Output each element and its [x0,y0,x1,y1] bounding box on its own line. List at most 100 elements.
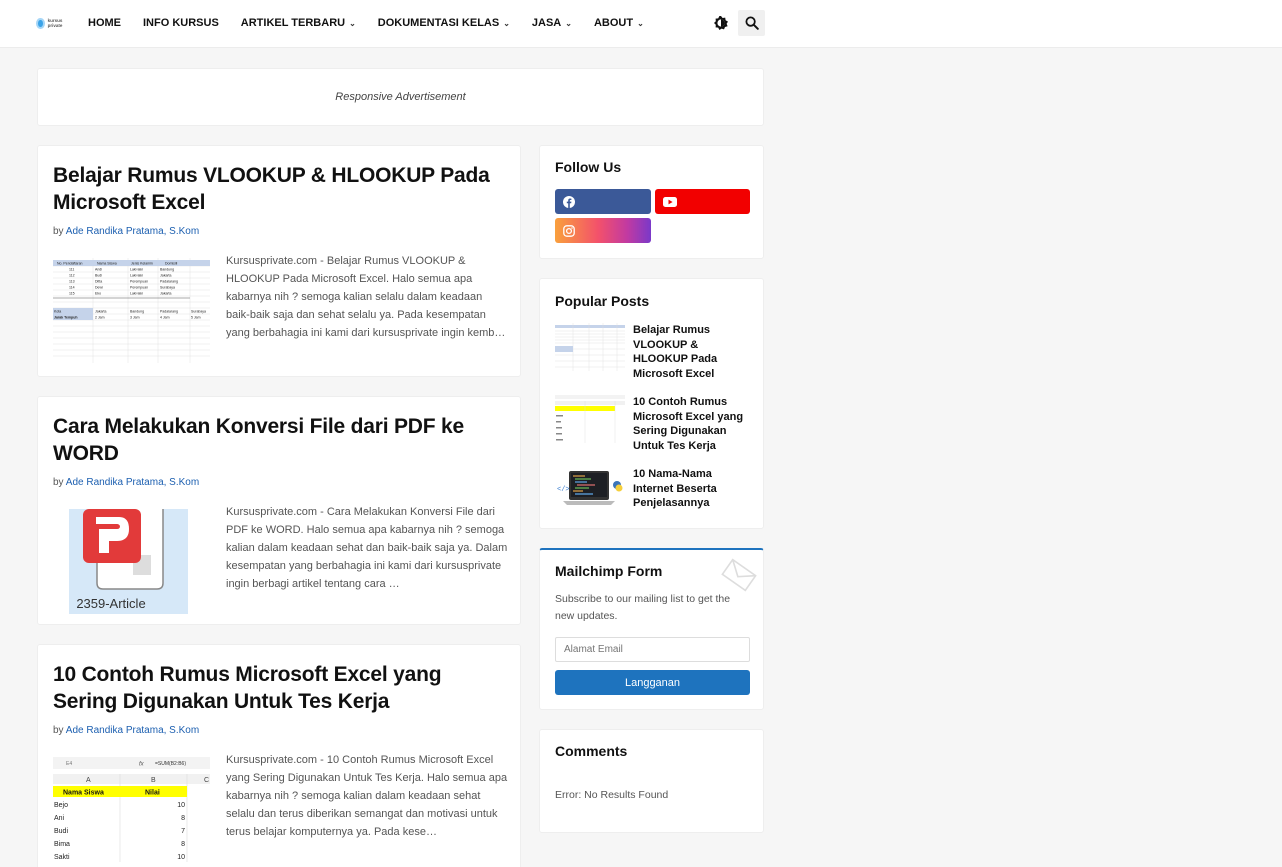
post-title[interactable]: Belajar Rumus VLOOKUP & HLOOKUP Pada Mic… [53,162,505,216]
svg-text:</>: </> [557,486,570,494]
thumb-cell: Ditta [95,280,102,284]
post-title[interactable]: 10 Contoh Rumus Microsoft Excel yang Ser… [53,661,505,715]
thumb-cell: 5 Jam [191,316,201,320]
thumb-cell: E4 [66,761,72,767]
byline-prefix: by [53,477,64,488]
thumb-cell: Laki-laki [130,292,143,296]
chevron-down-icon: ⌄ [503,18,510,28]
widget-title: Popular Posts [555,293,650,309]
comments-widget: Comments Error: No Results Found [539,729,764,833]
post-thumbnail[interactable]: 2359-Article [53,509,210,614]
thumb-cell: 2 Jam [95,316,105,320]
widget-title: Comments [555,743,628,759]
post-excerpt: Kursusprivate.com - 10 Contoh Rumus Micr… [226,754,508,838]
thumb-cell: Budi [54,828,68,835]
thumb-caption: 2359-Article [76,596,145,611]
post-thumbnail[interactable]: No. Pendaftaran Nama Siswa Jenis Kelamin… [53,258,210,363]
site-logo[interactable]: kursus private [36,15,68,31]
chevron-down-icon: ⌄ [565,18,572,28]
facebook-button[interactable] [555,189,651,214]
thumb-header-cell: Domisili [165,262,177,266]
post-body: 2359-Article Kursusprivate.com - Cara Me… [53,503,508,623]
thumb-cell: 114 [69,286,75,290]
thumb-cell: Surabaya [160,286,175,290]
thumb-cell: Andi [95,268,102,272]
contrast-icon[interactable] [713,15,729,31]
ad-banner[interactable]: Responsive Advertisement [37,68,764,126]
chevron-down-icon: ⌄ [637,18,644,28]
thumb-cell: 111 [69,268,74,272]
thumb-cell: Padalarang [160,280,178,284]
popular-post-title: 10 Nama-Nama Internet Beserta Penjelasan… [633,468,717,509]
byline-prefix: by [53,725,64,736]
thumb-cell: C [204,777,209,784]
author-link[interactable]: Ade Randika Pratama, S.Kom [66,477,199,488]
thumb-cell: Perempuan [130,280,148,284]
thumb-header-cell: Jenis Kelamin [131,262,153,266]
thumb-cell: 3 Jam [130,316,140,320]
thumb-cell: Kota [54,310,61,314]
thumb-cell: Dewi [95,286,103,290]
thumb-cell: B [151,777,156,784]
mailchimp-description: Subscribe to our mailing list to get the… [555,593,731,622]
instagram-button[interactable] [555,218,651,243]
post-body: No. Pendaftaran Nama Siswa Jenis Kelamin… [53,252,505,372]
logo-text: kursus private [47,18,63,28]
thumb-cell: Nilai [145,790,160,797]
author-link[interactable]: Ade Randika Pratama, S.Kom [66,725,199,736]
popular-post-item[interactable]: 10 Contoh Rumus Microsoft Excel yang Ser… [555,395,748,453]
thumb-cell: Perempuan [130,286,148,290]
thumb-cell: 8 [181,841,185,848]
popular-post-item[interactable]: Belajar Rumus VLOOKUP & HLOOKUP Pada Mic… [555,323,748,381]
post-title[interactable]: Cara Melakukan Konversi File dari PDF ke… [53,413,505,467]
popular-posts-widget: Popular Posts Belajar Rumus VLOOKUP & HL… [539,278,764,529]
comments-error: Error: No Results Found [555,789,669,801]
subscribe-button[interactable]: Langganan [555,670,750,695]
thumb-cell: Bejo [54,802,68,809]
nav-item-dokumentasi-kelas[interactable]: DOKUMENTASI KELAS ⌄ [378,17,510,29]
popular-post-thumbnail: </> [555,467,625,515]
thumb-header-cell: Nama Siswa [97,262,117,266]
thumb-cell: Jakarta [160,292,172,296]
popular-post-thumbnail [555,323,625,371]
nav-item-artikel-terbaru[interactable]: ARTIKEL TERBARU ⌄ [241,17,356,29]
nav-item-about[interactable]: ABOUT ⌄ [594,17,644,29]
thumb-cell: Nama Siswa [63,790,104,797]
post-thumbnail[interactable]: E4 fx =SUM(B2:B6) A B C Nama Siswa Nilai… [53,757,210,862]
post-excerpt: Kursusprivate.com - Cara Melakukan Konve… [226,506,508,590]
nav-item-home[interactable]: HOME [88,17,121,29]
thumb-cell: Bandung [160,268,174,272]
thumb-cell: 4 Jam [160,316,170,320]
youtube-button[interactable] [655,189,750,214]
nav-label: DOKUMENTASI KELAS [377,17,500,29]
thumb-cell: 113 [69,280,75,284]
thumb-cell: 10 [177,854,185,861]
widget-title: Mailchimp Form [555,563,663,579]
search-icon[interactable] [738,10,765,36]
youtube-icon [663,196,677,207]
thumb-cell: Bima [54,841,70,848]
popular-post-item[interactable]: </> 10 Nama-Nama Internet Beserta Penjel… [555,467,748,515]
popular-post-thumbnail [555,395,625,443]
post-excerpt: Kursusprivate.com - Belajar Rumus VLOOKU… [226,255,506,339]
thumb-cell: 10 [177,802,185,809]
social-links [555,189,750,243]
thumb-cell: 7 [181,828,185,835]
author-link[interactable]: Ade Randika Pratama, S.Kom [66,226,199,237]
nav-label: ARTIKEL TERBARU [240,17,346,29]
thumb-cell: Budi [95,274,102,278]
popular-post-title: 10 Contoh Rumus Microsoft Excel yang Ser… [633,396,744,452]
nav-item-jasa[interactable]: JASA ⌄ [532,17,572,29]
post-card: 10 Contoh Rumus Microsoft Excel yang Ser… [37,644,521,867]
email-field[interactable] [555,637,750,662]
nav-item-info-kursus[interactable]: INFO KURSUS [143,17,219,29]
logo-mark [36,17,45,29]
nav-label: ABOUT [593,17,634,29]
thumb-cell: Eko [95,292,101,296]
follow-us-widget: Follow Us [539,145,764,259]
thumb-cell: Padalarang [160,310,178,314]
nav-label: INFO KURSUS [143,17,219,29]
thumb-cell: Jakarta [160,274,172,278]
thumb-cell: 8 [181,815,185,822]
thumb-cell: Laki-laki [130,268,143,272]
